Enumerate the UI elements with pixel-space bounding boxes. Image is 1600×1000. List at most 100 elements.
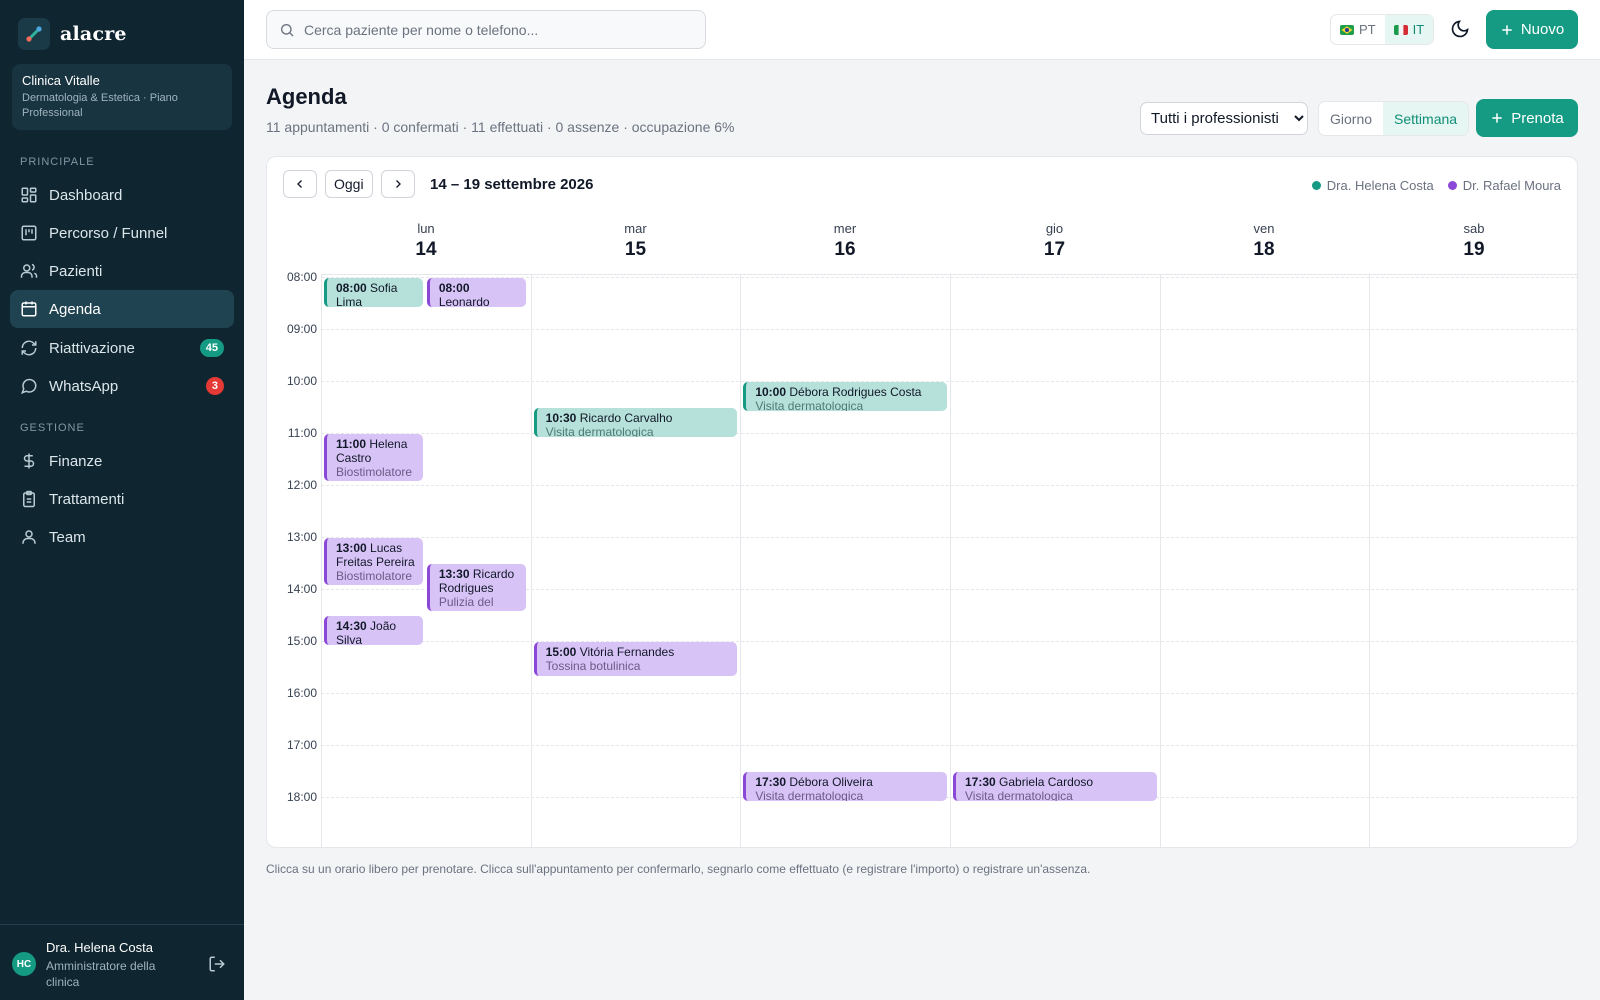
professional-select[interactable]: Tutti i professionisti [1140,102,1308,135]
hour-label: 11:00 [287,426,317,440]
help-hint: Clicca su un orario libero per prenotare… [266,862,1091,876]
sidebar-item-label: Percorso / Funnel [49,224,168,242]
appointment-block[interactable]: 15:00 Vitória Fernandes Tossina botulinic… [533,642,738,677]
sidebar-item-whatsapp[interactable]: WhatsApp 3 [10,367,234,405]
search-input[interactable] [304,21,684,38]
appointment-block[interactable]: 10:30 Ricardo Carvalho Visita dermatologi… [533,408,738,438]
hour-label: 09:00 [286,322,317,336]
appointment-block[interactable]: 08:00 Leonardo [426,278,526,308]
appointment-time: 14:30 [336,619,367,633]
appointment-block[interactable]: 08:00 Sofia Lima [324,278,423,308]
appointment-time: 15:00 [545,645,577,659]
day-column-divider [530,275,532,847]
appointment-service: Visita dermatologica [755,399,864,412]
hour-gridline [321,485,1577,486]
sidebar: alacre Clinica Vitalle Dermatologia & Es… [0,0,244,1000]
sidebar-item-riattivazione[interactable]: Riattivazione 45 [10,329,234,367]
day-name: ven [1253,221,1275,236]
hour-gridline [321,329,1577,330]
moon-icon[interactable] [1450,19,1470,39]
lang-pt-button[interactable]: PT [1331,15,1385,44]
sidebar-item-agenda[interactable]: Agenda [10,290,234,328]
clipboard-icon [23,490,35,508]
appointment-time: 17:30 [965,775,996,789]
sidebar-item-finanze[interactable]: Finanze [10,442,234,480]
day-number: 18 [1253,239,1275,260]
brand[interactable]: alacre [18,18,127,50]
sidebar-item-pazienti[interactable]: Pazienti [10,252,234,290]
view-week-button[interactable]: Settimana [1383,102,1469,135]
next-week-button[interactable] [380,170,415,198]
brazil-flag-icon [1340,24,1354,35]
sidebar-item-label: Trattamenti [49,490,125,508]
appointment-block[interactable]: 17:30 Débora Oliveira Visita dermatologic… [743,772,947,802]
search-box[interactable] [266,10,706,49]
appointment-patient: Ricardo Carvalho [579,411,673,425]
today-button[interactable]: Oggi [325,170,373,198]
sidebar-item-team[interactable]: Team [10,518,234,556]
user-role: Amministratore della clinica [46,959,156,989]
appointment-block[interactable]: 10:00 Débora Rodrigues Costa Visita derma… [743,382,947,412]
hour-label: 17:00 [286,738,317,752]
lang-it-button[interactable]: IT [1384,15,1434,44]
day-column-divider [1159,275,1161,847]
plus-icon [1502,24,1512,35]
sidebar-item-label: WhatsApp [49,377,119,395]
day-header: sab 19 [1369,213,1577,275]
legend-label: Dr. Rafael Moura [1462,178,1561,193]
sidebar-item-funnel[interactable]: Percorso / Funnel [10,214,234,252]
user-icon [22,530,36,544]
day-number: 15 [624,239,647,260]
appointment-block[interactable]: 17:30 Gabriela Cardoso Visita dermatologi… [953,772,1157,802]
sidebar-item-dashboard[interactable]: Dashboard [10,176,234,214]
user-name: Dra. Helena Costa [46,940,153,955]
book-button[interactable]: Prenota [1476,99,1578,137]
riattivazione-count-badge: 45 [199,339,224,357]
appointment-patient: Débora Rodrigues Costa [789,385,922,399]
users-icon [20,263,38,278]
day-header: lun 14 [321,213,531,275]
appointment-service: Tossina botulinica [545,659,641,673]
appointment-patient: Débora Oliveira [789,775,873,789]
avatar[interactable]: HC [12,952,36,976]
day-name: sab [1463,221,1485,236]
hour-label: 18:00 [286,790,317,804]
appointment-service: Biostimolatore di collagene [336,465,413,481]
book-button-label: Prenota [1511,109,1564,127]
hour-label: 14:00 [286,582,317,596]
user-profile: HC Dra. Helena Costa Amministratore dell… [0,924,244,1000]
appointment-service: Visita dermatologica [965,789,1073,802]
lang-pt-label: PT [1359,22,1376,37]
sidebar-item-label: Agenda [49,300,101,318]
hour-gridline [321,797,1577,798]
page-title: Agenda [266,84,347,109]
appointment-time: 11:00 [336,437,367,451]
section-label-principale: PRINCIPALE [20,156,95,168]
hour-gridline [321,745,1577,746]
time-grid[interactable]: 08:00 09:00 10:00 11:00 12:00 13:00 14:00 15:00… [267,270,1577,847]
appointment-patient: Leonardo [438,295,490,308]
view-day-button[interactable]: Giorno [1319,102,1383,135]
appointment-service: Pulizia del viso profonda [438,595,511,611]
topbar: PT IT Nuovo [244,0,1600,60]
logout-icon[interactable] [208,955,226,973]
appointment-service: Biostimolatore di collagene [336,569,413,585]
appointment-block[interactable]: 13:00 Lucas Freitas Pereira Biostimolator… [324,538,423,586]
hour-gridline [321,537,1577,538]
appointment-block[interactable]: 13:30 Ricardo RodriguesPulizia del viso … [426,564,526,612]
day-name: lun [417,221,435,236]
appointment-block[interactable]: 11:00 Helena CastroBiostimolatore di col… [324,434,423,482]
chevron-right-icon [395,180,401,188]
legend-item: Dra. Helena Costa [1311,178,1434,193]
appointment-service: Visita dermatologica [755,789,864,802]
appointment-block[interactable]: 14:30 João Silva [324,616,423,646]
new-button[interactable]: Nuovo [1486,10,1578,49]
sidebar-item-label: Riattivazione [49,339,135,357]
clinic-switcher[interactable]: Clinica Vitalle Dermatologia & Estetica … [12,64,232,130]
day-number: 19 [1463,239,1485,260]
day-column-divider [740,275,742,847]
sidebar-item-trattamenti[interactable]: Trattamenti [10,480,234,518]
hour-gridline [321,381,1577,382]
prev-week-button[interactable] [283,170,317,198]
sidebar-item-label: Pazienti [49,262,103,280]
